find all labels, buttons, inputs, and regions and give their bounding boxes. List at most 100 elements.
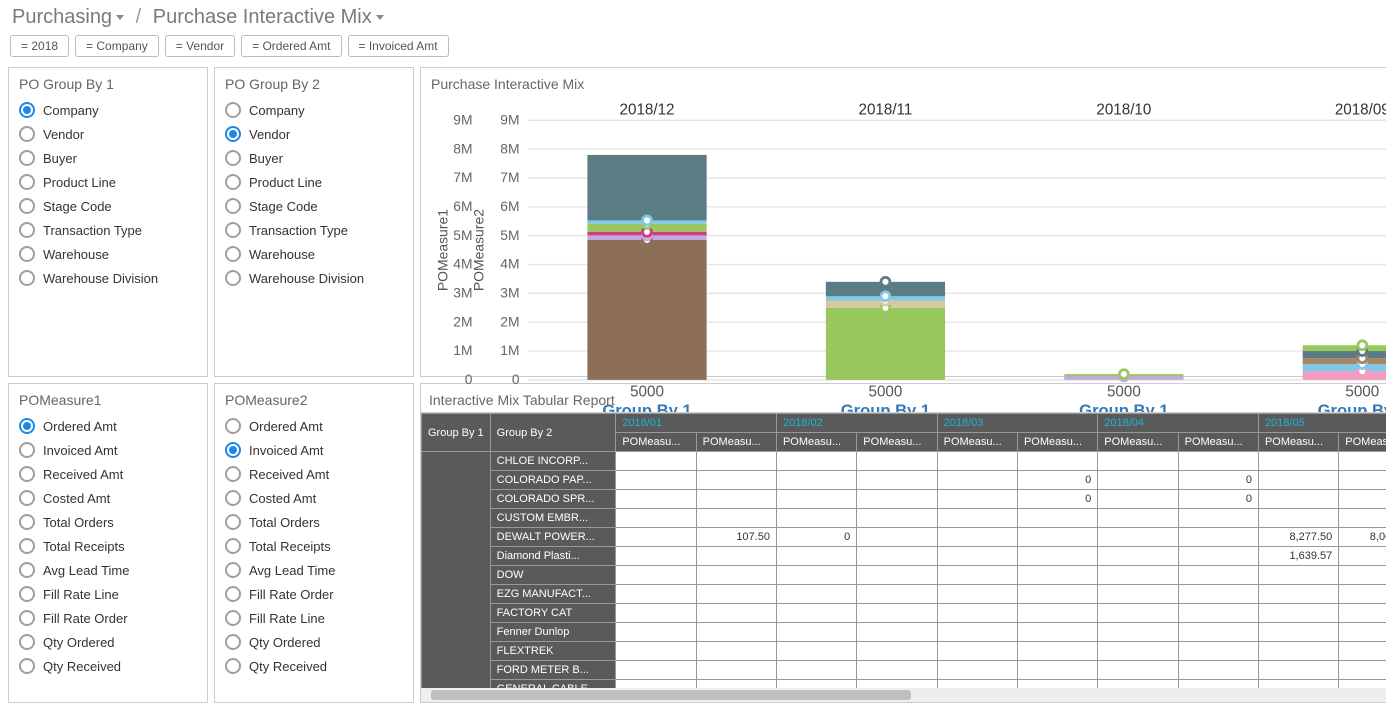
- radio-measure2-total-orders[interactable]: Total Orders: [219, 510, 409, 534]
- radio-measure2-received-amt[interactable]: Received Amt: [219, 462, 409, 486]
- radio-group2-buyer[interactable]: Buyer: [219, 146, 409, 170]
- radio-icon: [19, 198, 35, 214]
- filter-pill[interactable]: = Ordered Amt: [241, 35, 341, 57]
- radio-label: Total Orders: [43, 515, 114, 530]
- radio-group1-company[interactable]: Company: [13, 98, 203, 122]
- radio-icon: [19, 490, 35, 506]
- svg-text:POMeasure1: POMeasure1: [435, 209, 451, 291]
- radio-group1-warehouse[interactable]: Warehouse: [13, 242, 203, 266]
- radio-measure2-invoiced-amt[interactable]: Invoiced Amt: [219, 438, 409, 462]
- radio-group1-vendor[interactable]: Vendor: [13, 122, 203, 146]
- radio-label: Qty Ordered: [249, 635, 321, 650]
- radio-group1-stage-code[interactable]: Stage Code: [13, 194, 203, 218]
- filter-pill[interactable]: = Invoiced Amt: [348, 35, 449, 57]
- radio-icon: [225, 658, 241, 674]
- radio-measure2-costed-amt[interactable]: Costed Amt: [219, 486, 409, 510]
- radio-icon: [225, 466, 241, 482]
- horizontal-scrollbar[interactable]: [421, 688, 1386, 702]
- radio-group2-warehouse-division[interactable]: Warehouse Division: [219, 266, 409, 290]
- filter-pill[interactable]: = Company: [75, 35, 159, 57]
- svg-text:5000: 5000: [1345, 384, 1379, 401]
- radio-measure1-costed-amt[interactable]: Costed Amt: [13, 486, 203, 510]
- radio-group2-vendor[interactable]: Vendor: [219, 122, 409, 146]
- radio-measure1-invoiced-amt[interactable]: Invoiced Amt: [13, 438, 203, 462]
- radio-icon: [225, 442, 241, 458]
- radio-measure2-fill-rate-line[interactable]: Fill Rate Line: [219, 606, 409, 630]
- radio-label: Total Orders: [249, 515, 320, 530]
- table-scroll[interactable]: Group By 1Group By 22018/012018/022018/0…: [421, 412, 1386, 688]
- panel-title: PO Group By 1: [9, 68, 207, 98]
- radio-measure2-total-receipts[interactable]: Total Receipts: [219, 534, 409, 558]
- radio-icon: [225, 610, 241, 626]
- panel-measure2: POMeasure2 Ordered AmtInvoiced AmtReceiv…: [214, 383, 414, 703]
- radio-label: Total Receipts: [249, 539, 331, 554]
- breadcrumb-root[interactable]: Purchasing: [12, 6, 124, 28]
- radio-label: Warehouse Division: [249, 271, 364, 286]
- radio-icon: [225, 150, 241, 166]
- radio-label: Avg Lead Time: [43, 563, 129, 578]
- radio-group1-buyer[interactable]: Buyer: [13, 146, 203, 170]
- radio-measure2-ordered-amt[interactable]: Ordered Amt: [219, 414, 409, 438]
- radio-measure1-fill-rate-line[interactable]: Fill Rate Line: [13, 582, 203, 606]
- svg-text:5M: 5M: [500, 227, 519, 243]
- radio-label: Product Line: [43, 175, 116, 190]
- radio-measure2-qty-ordered[interactable]: Qty Ordered: [219, 630, 409, 654]
- radio-measure1-received-amt[interactable]: Received Amt: [13, 462, 203, 486]
- svg-text:4M: 4M: [500, 256, 519, 272]
- radio-group2-stage-code[interactable]: Stage Code: [219, 194, 409, 218]
- radio-measure2-qty-received[interactable]: Qty Received: [219, 654, 409, 678]
- radio-icon: [19, 658, 35, 674]
- radio-measure2-avg-lead-time[interactable]: Avg Lead Time: [219, 558, 409, 582]
- panel-table: Interactive Mix Tabular Report ⤵ ⛶ Group…: [420, 383, 1386, 703]
- panel-title: PO Group By 2: [215, 68, 413, 98]
- radio-group1-product-line[interactable]: Product Line: [13, 170, 203, 194]
- filter-pill[interactable]: = 2018: [10, 35, 69, 57]
- radio-list: Ordered AmtInvoiced AmtReceived AmtCoste…: [9, 414, 207, 702]
- radio-group2-transaction-type[interactable]: Transaction Type: [219, 218, 409, 242]
- radio-group2-warehouse[interactable]: Warehouse: [219, 242, 409, 266]
- radio-label: Fill Rate Order: [249, 587, 334, 602]
- radio-icon: [19, 246, 35, 262]
- radio-measure1-qty-ordered[interactable]: Qty Ordered: [13, 630, 203, 654]
- svg-text:5M: 5M: [453, 227, 472, 243]
- radio-measure2-fill-rate-order[interactable]: Fill Rate Order: [219, 582, 409, 606]
- svg-text:3M: 3M: [453, 284, 472, 300]
- radio-label: Company: [249, 103, 305, 118]
- breadcrumb-sep: /: [130, 6, 148, 28]
- radio-measure1-ordered-amt[interactable]: Ordered Amt: [13, 414, 203, 438]
- radio-label: Costed Amt: [249, 491, 316, 506]
- radio-group1-warehouse-division[interactable]: Warehouse Division: [13, 266, 203, 290]
- svg-text:5000: 5000: [869, 384, 903, 401]
- radio-icon: [19, 270, 35, 286]
- radio-measure1-qty-received[interactable]: Qty Received: [13, 654, 203, 678]
- radio-label: Received Amt: [249, 467, 329, 482]
- svg-text:2018/12: 2018/12: [620, 102, 675, 119]
- radio-label: Transaction Type: [43, 223, 142, 238]
- radio-measure1-total-receipts[interactable]: Total Receipts: [13, 534, 203, 558]
- panel-measure1: POMeasure1 Ordered AmtInvoiced AmtReceiv…: [8, 383, 208, 703]
- radio-group2-company[interactable]: Company: [219, 98, 409, 122]
- radio-label: Buyer: [43, 151, 77, 166]
- radio-icon: [225, 126, 241, 142]
- breadcrumb: Purchasing / Purchase Interactive Mix: [0, 0, 1386, 31]
- svg-text:2018/09: 2018/09: [1335, 102, 1386, 119]
- breadcrumb-page[interactable]: Purchase Interactive Mix: [153, 6, 384, 28]
- radio-measure1-total-orders[interactable]: Total Orders: [13, 510, 203, 534]
- radio-icon: [19, 150, 35, 166]
- radio-measure1-fill-rate-order[interactable]: Fill Rate Order: [13, 606, 203, 630]
- panel-title: POMeasure1: [9, 384, 207, 414]
- svg-text:3M: 3M: [500, 284, 519, 300]
- svg-text:9M: 9M: [453, 111, 472, 127]
- radio-measure1-avg-lead-time[interactable]: Avg Lead Time: [13, 558, 203, 582]
- svg-text:2018/11: 2018/11: [859, 102, 913, 119]
- radio-label: Invoiced Amt: [249, 443, 323, 458]
- chart-area[interactable]: 001M1M2M2M3M3M4M4M5M5M6M6M7M7M8M8M9M9MPO…: [421, 98, 1386, 437]
- radio-label: Buyer: [249, 151, 283, 166]
- radio-group1-transaction-type[interactable]: Transaction Type: [13, 218, 203, 242]
- radio-group2-product-line[interactable]: Product Line: [219, 170, 409, 194]
- filter-pill[interactable]: = Vendor: [165, 35, 235, 57]
- radio-icon: [225, 246, 241, 262]
- mix-table[interactable]: Group By 1Group By 22018/012018/022018/0…: [421, 413, 1386, 688]
- chevron-down-icon: [116, 15, 124, 20]
- chart-title: Purchase Interactive Mix: [421, 68, 1386, 98]
